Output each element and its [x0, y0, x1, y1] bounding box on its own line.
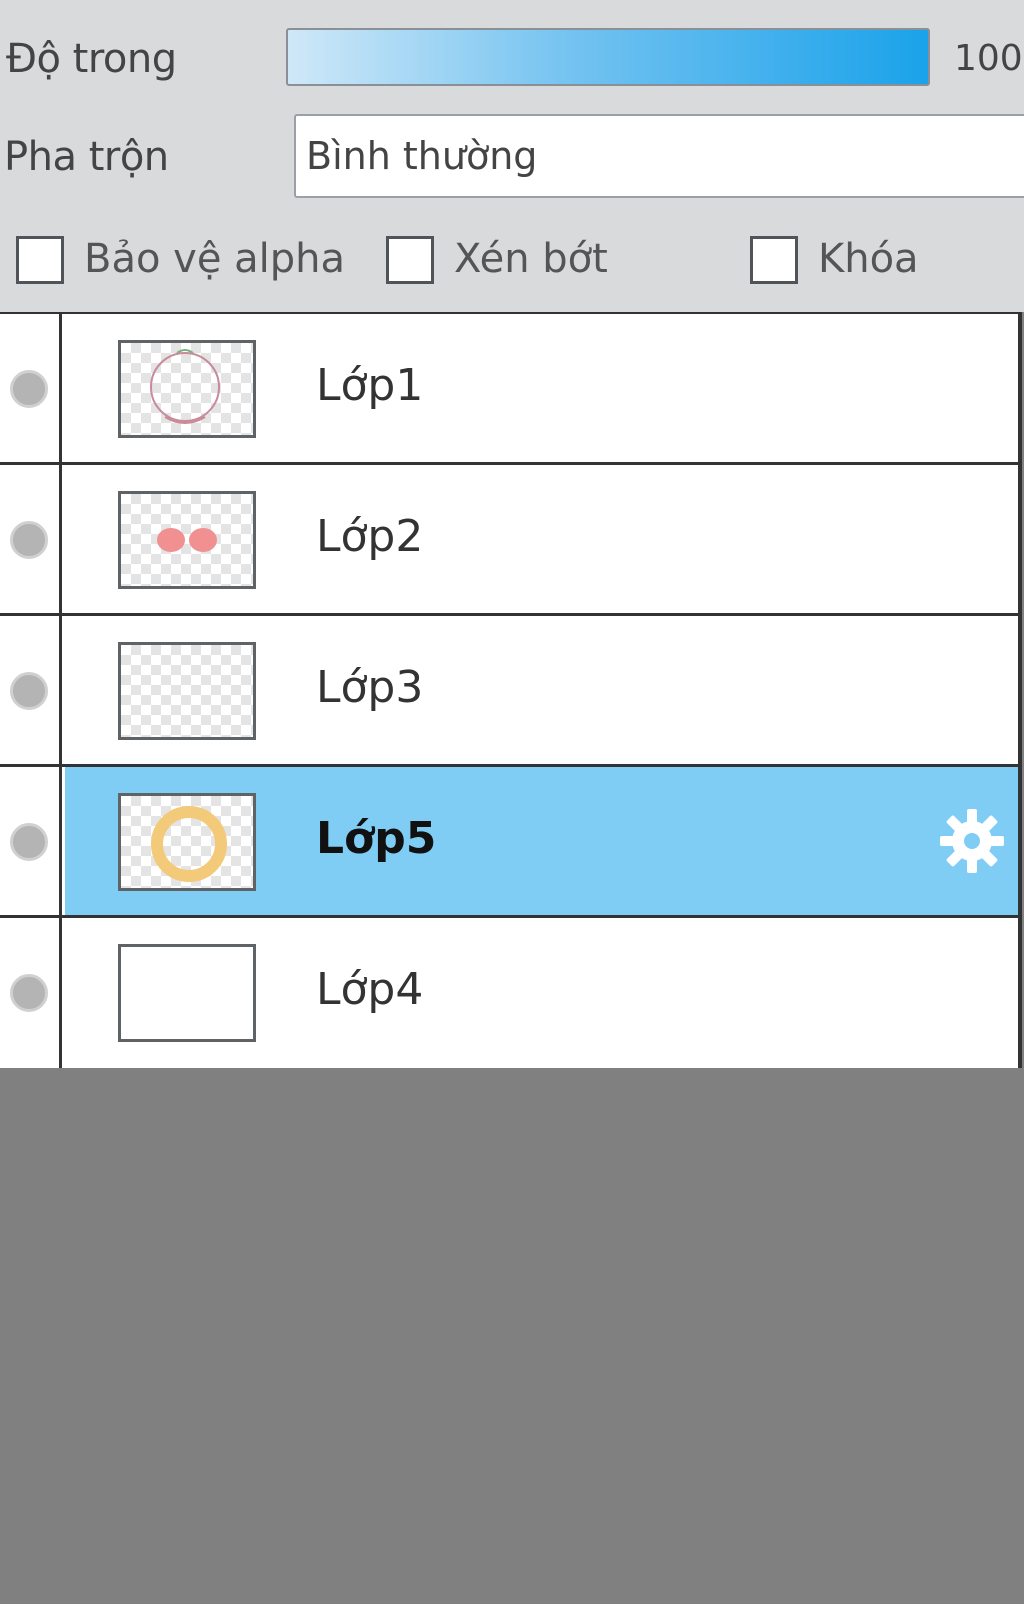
layer-row[interactable]: Lớp2 [0, 465, 1022, 616]
gear-icon[interactable] [936, 805, 1008, 877]
visibility-column [0, 616, 62, 767]
visibility-column [0, 314, 62, 465]
opacity-value: 100 [954, 38, 1023, 79]
clipping-label: Xén bớt [454, 236, 608, 282]
opacity-label: Độ trong [6, 36, 177, 82]
lock-checkbox[interactable] [750, 236, 798, 284]
sketch-thumb-icon [150, 349, 220, 424]
layer-row[interactable]: Lớp4 [0, 918, 1022, 1068]
layer-properties-panel: Độ trong 100 Pha trộn Bình thường Bảo vệ… [0, 0, 1024, 312]
visibility-column [0, 465, 62, 616]
layer-thumbnail [118, 642, 256, 740]
layer-row-selected[interactable]: Lớp5 [0, 767, 1022, 918]
layer-name: Lớp4 [316, 964, 424, 1015]
blend-mode-select[interactable]: Bình thường [294, 114, 1024, 198]
layer-row[interactable]: Lớp3 [0, 616, 1022, 767]
clipping-checkbox[interactable] [386, 236, 434, 284]
layer-row[interactable]: Lớp1 [0, 314, 1022, 465]
visibility-dot-icon[interactable] [10, 823, 48, 861]
layer-name: Lớp3 [316, 662, 424, 713]
layer-name: Lớp5 [316, 813, 437, 864]
ring-thumb-icon [151, 806, 227, 882]
layer-thumbnail [118, 340, 256, 438]
protect-alpha-checkbox[interactable] [16, 236, 64, 284]
layer-name: Lớp1 [316, 360, 424, 411]
protect-alpha-label: Bảo vệ alpha [84, 236, 346, 282]
blend-mode-value: Bình thường [306, 134, 538, 178]
visibility-dot-icon[interactable] [10, 672, 48, 710]
layer-name: Lớp2 [316, 511, 424, 562]
visibility-dot-icon[interactable] [10, 521, 48, 559]
layer-list: Lớp1 Lớp2 Lớp3 Lớp5 Lớp4 [0, 312, 1022, 1068]
layer-list-border [1018, 312, 1022, 1068]
lock-label: Khóa [818, 236, 919, 282]
layer-thumbnail [118, 491, 256, 589]
visibility-dot-icon[interactable] [10, 974, 48, 1012]
visibility-column [0, 918, 62, 1068]
blend-mode-label: Pha trộn [4, 134, 169, 180]
layer-thumbnail [118, 944, 256, 1042]
visibility-column [0, 767, 62, 918]
cheeks-thumb-icon [157, 528, 217, 552]
opacity-slider[interactable] [286, 28, 930, 86]
layer-thumbnail [118, 793, 256, 891]
visibility-dot-icon[interactable] [10, 370, 48, 408]
